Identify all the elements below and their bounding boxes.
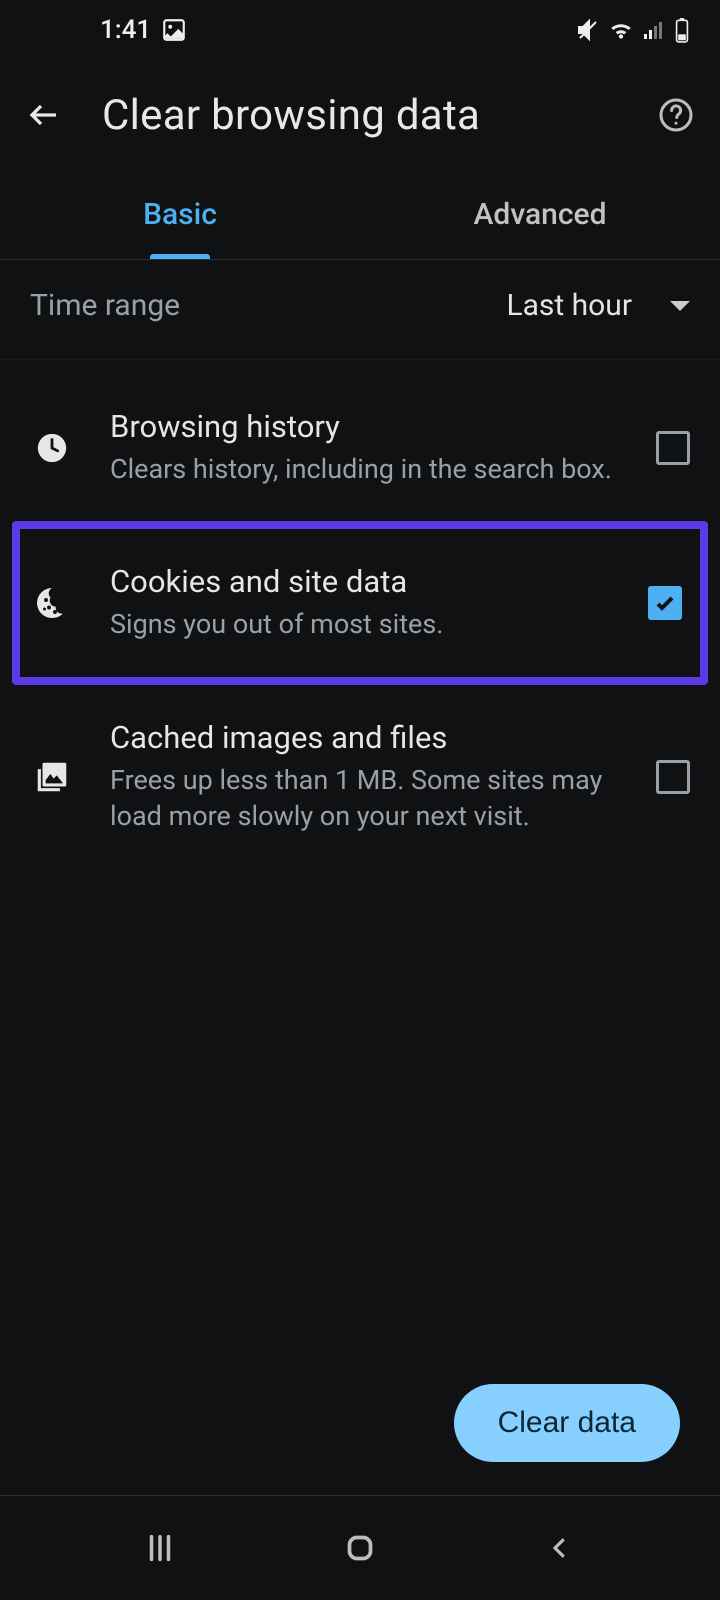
chevron-down-icon xyxy=(670,301,690,311)
image-icon xyxy=(161,17,187,43)
help-button[interactable] xyxy=(654,93,698,137)
checkbox-browsing-history[interactable] xyxy=(656,431,690,465)
tab-advanced[interactable]: Advanced xyxy=(360,170,720,259)
item-desc: Frees up less than 1 MB. Some sites may … xyxy=(110,762,620,835)
nav-recents-button[interactable] xyxy=(135,1523,185,1573)
images-icon xyxy=(30,758,74,796)
check-icon xyxy=(653,591,677,615)
help-icon xyxy=(658,97,694,133)
status-right xyxy=(576,17,690,43)
footer: Clear data xyxy=(454,1384,680,1462)
item-title: Browsing history xyxy=(110,408,620,445)
signal-icon xyxy=(642,18,666,42)
item-cached-images[interactable]: Cached images and files Frees up less th… xyxy=(0,695,720,859)
status-left: 1:41 xyxy=(100,15,187,45)
time-range-select[interactable]: Last hour xyxy=(506,288,690,323)
recents-icon xyxy=(143,1531,177,1565)
item-text: Cached images and files Frees up less th… xyxy=(110,719,620,835)
battery-icon xyxy=(674,17,690,43)
item-title: Cached images and files xyxy=(110,719,620,756)
clear-data-button[interactable]: Clear data xyxy=(454,1384,680,1462)
page-title: Clear browsing data xyxy=(102,91,618,140)
tab-basic[interactable]: Basic xyxy=(0,170,360,259)
status-time: 1:41 xyxy=(100,15,151,45)
data-type-list: Browsing history Clears history, includi… xyxy=(0,360,720,859)
time-range-label: Time range xyxy=(30,288,180,323)
item-title: Cookies and site data xyxy=(110,563,612,600)
time-range-value: Last hour xyxy=(506,288,632,323)
checkbox-cookies[interactable] xyxy=(648,586,682,620)
mute-icon xyxy=(576,18,600,42)
system-nav-bar xyxy=(0,1496,720,1600)
nav-back-button[interactable] xyxy=(535,1523,585,1573)
clock-icon xyxy=(30,431,74,465)
chevron-left-icon xyxy=(545,1533,575,1563)
wifi-icon xyxy=(608,17,634,43)
cookie-icon xyxy=(30,585,74,621)
item-text: Cookies and site data Signs you out of m… xyxy=(110,563,612,642)
item-browsing-history[interactable]: Browsing history Clears history, includi… xyxy=(0,384,720,511)
item-desc: Signs you out of most sites. xyxy=(110,606,612,642)
tabs: Basic Advanced xyxy=(0,170,720,260)
home-icon xyxy=(342,1530,378,1566)
status-bar: 1:41 xyxy=(0,0,720,60)
time-range-row: Time range Last hour xyxy=(0,260,720,360)
back-button[interactable] xyxy=(22,93,66,137)
app-header: Clear browsing data xyxy=(0,60,720,170)
checkbox-cached-images[interactable] xyxy=(656,760,690,794)
nav-home-button[interactable] xyxy=(335,1523,385,1573)
arrow-left-icon xyxy=(26,97,62,133)
item-text: Browsing history Clears history, includi… xyxy=(110,408,620,487)
item-desc: Clears history, including in the search … xyxy=(110,451,620,487)
item-cookies[interactable]: Cookies and site data Signs you out of m… xyxy=(12,521,708,684)
